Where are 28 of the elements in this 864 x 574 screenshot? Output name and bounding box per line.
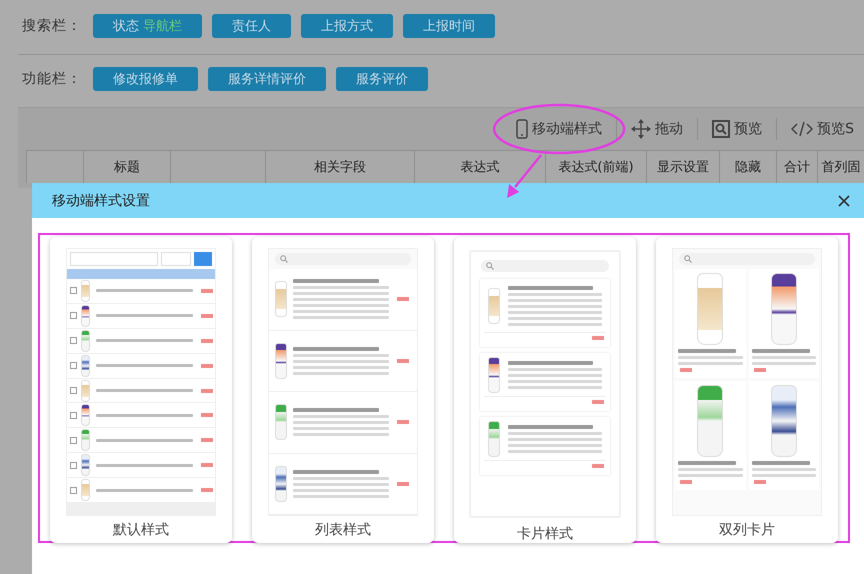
move-arrows-icon — [631, 119, 652, 139]
phone-icon — [516, 119, 528, 139]
close-icon[interactable] — [838, 194, 850, 206]
style-option-card[interactable]: 双列卡片 — [656, 237, 838, 543]
filter-button[interactable]: 上报方式 — [301, 14, 394, 38]
style-option-card[interactable]: 列表样式 — [252, 237, 434, 543]
filter-button[interactable]: 上报时间 — [403, 14, 496, 38]
filter-button[interactable]: 责任人 — [212, 14, 292, 38]
preview-icon — [712, 120, 730, 138]
function-button[interactable]: 修改报修单 — [93, 67, 198, 91]
toolbar-button[interactable]: 预览S — [781, 114, 864, 144]
function-button[interactable]: 服务评价 — [336, 67, 428, 91]
function-bar-label: 功能栏： — [22, 70, 83, 88]
search-bar-label: 搜索栏： — [22, 17, 83, 35]
toolbar-button[interactable]: 预览 — [702, 114, 772, 144]
filter-button[interactable]: 状态 导航栏 — [93, 14, 202, 38]
toolbar-button[interactable]: 拖动 — [621, 114, 694, 144]
toolbar-button[interactable]: 移动端样式 — [506, 114, 612, 144]
style-option-label: 列表样式 — [315, 521, 371, 539]
annotation-arrow — [507, 154, 542, 198]
style-option-label: 双列卡片 — [719, 521, 775, 539]
style-option-label: 卡片样式 — [517, 525, 573, 543]
style-option-label: 默认样式 — [113, 521, 169, 539]
style-option-card[interactable]: 默认样式 — [50, 237, 232, 543]
code-icon — [791, 121, 814, 137]
style-option-card[interactable]: 卡片样式 — [454, 237, 636, 543]
dialog-title: 移动端样式设置 — [52, 192, 150, 210]
function-button[interactable]: 服务详情评价 — [208, 67, 326, 91]
